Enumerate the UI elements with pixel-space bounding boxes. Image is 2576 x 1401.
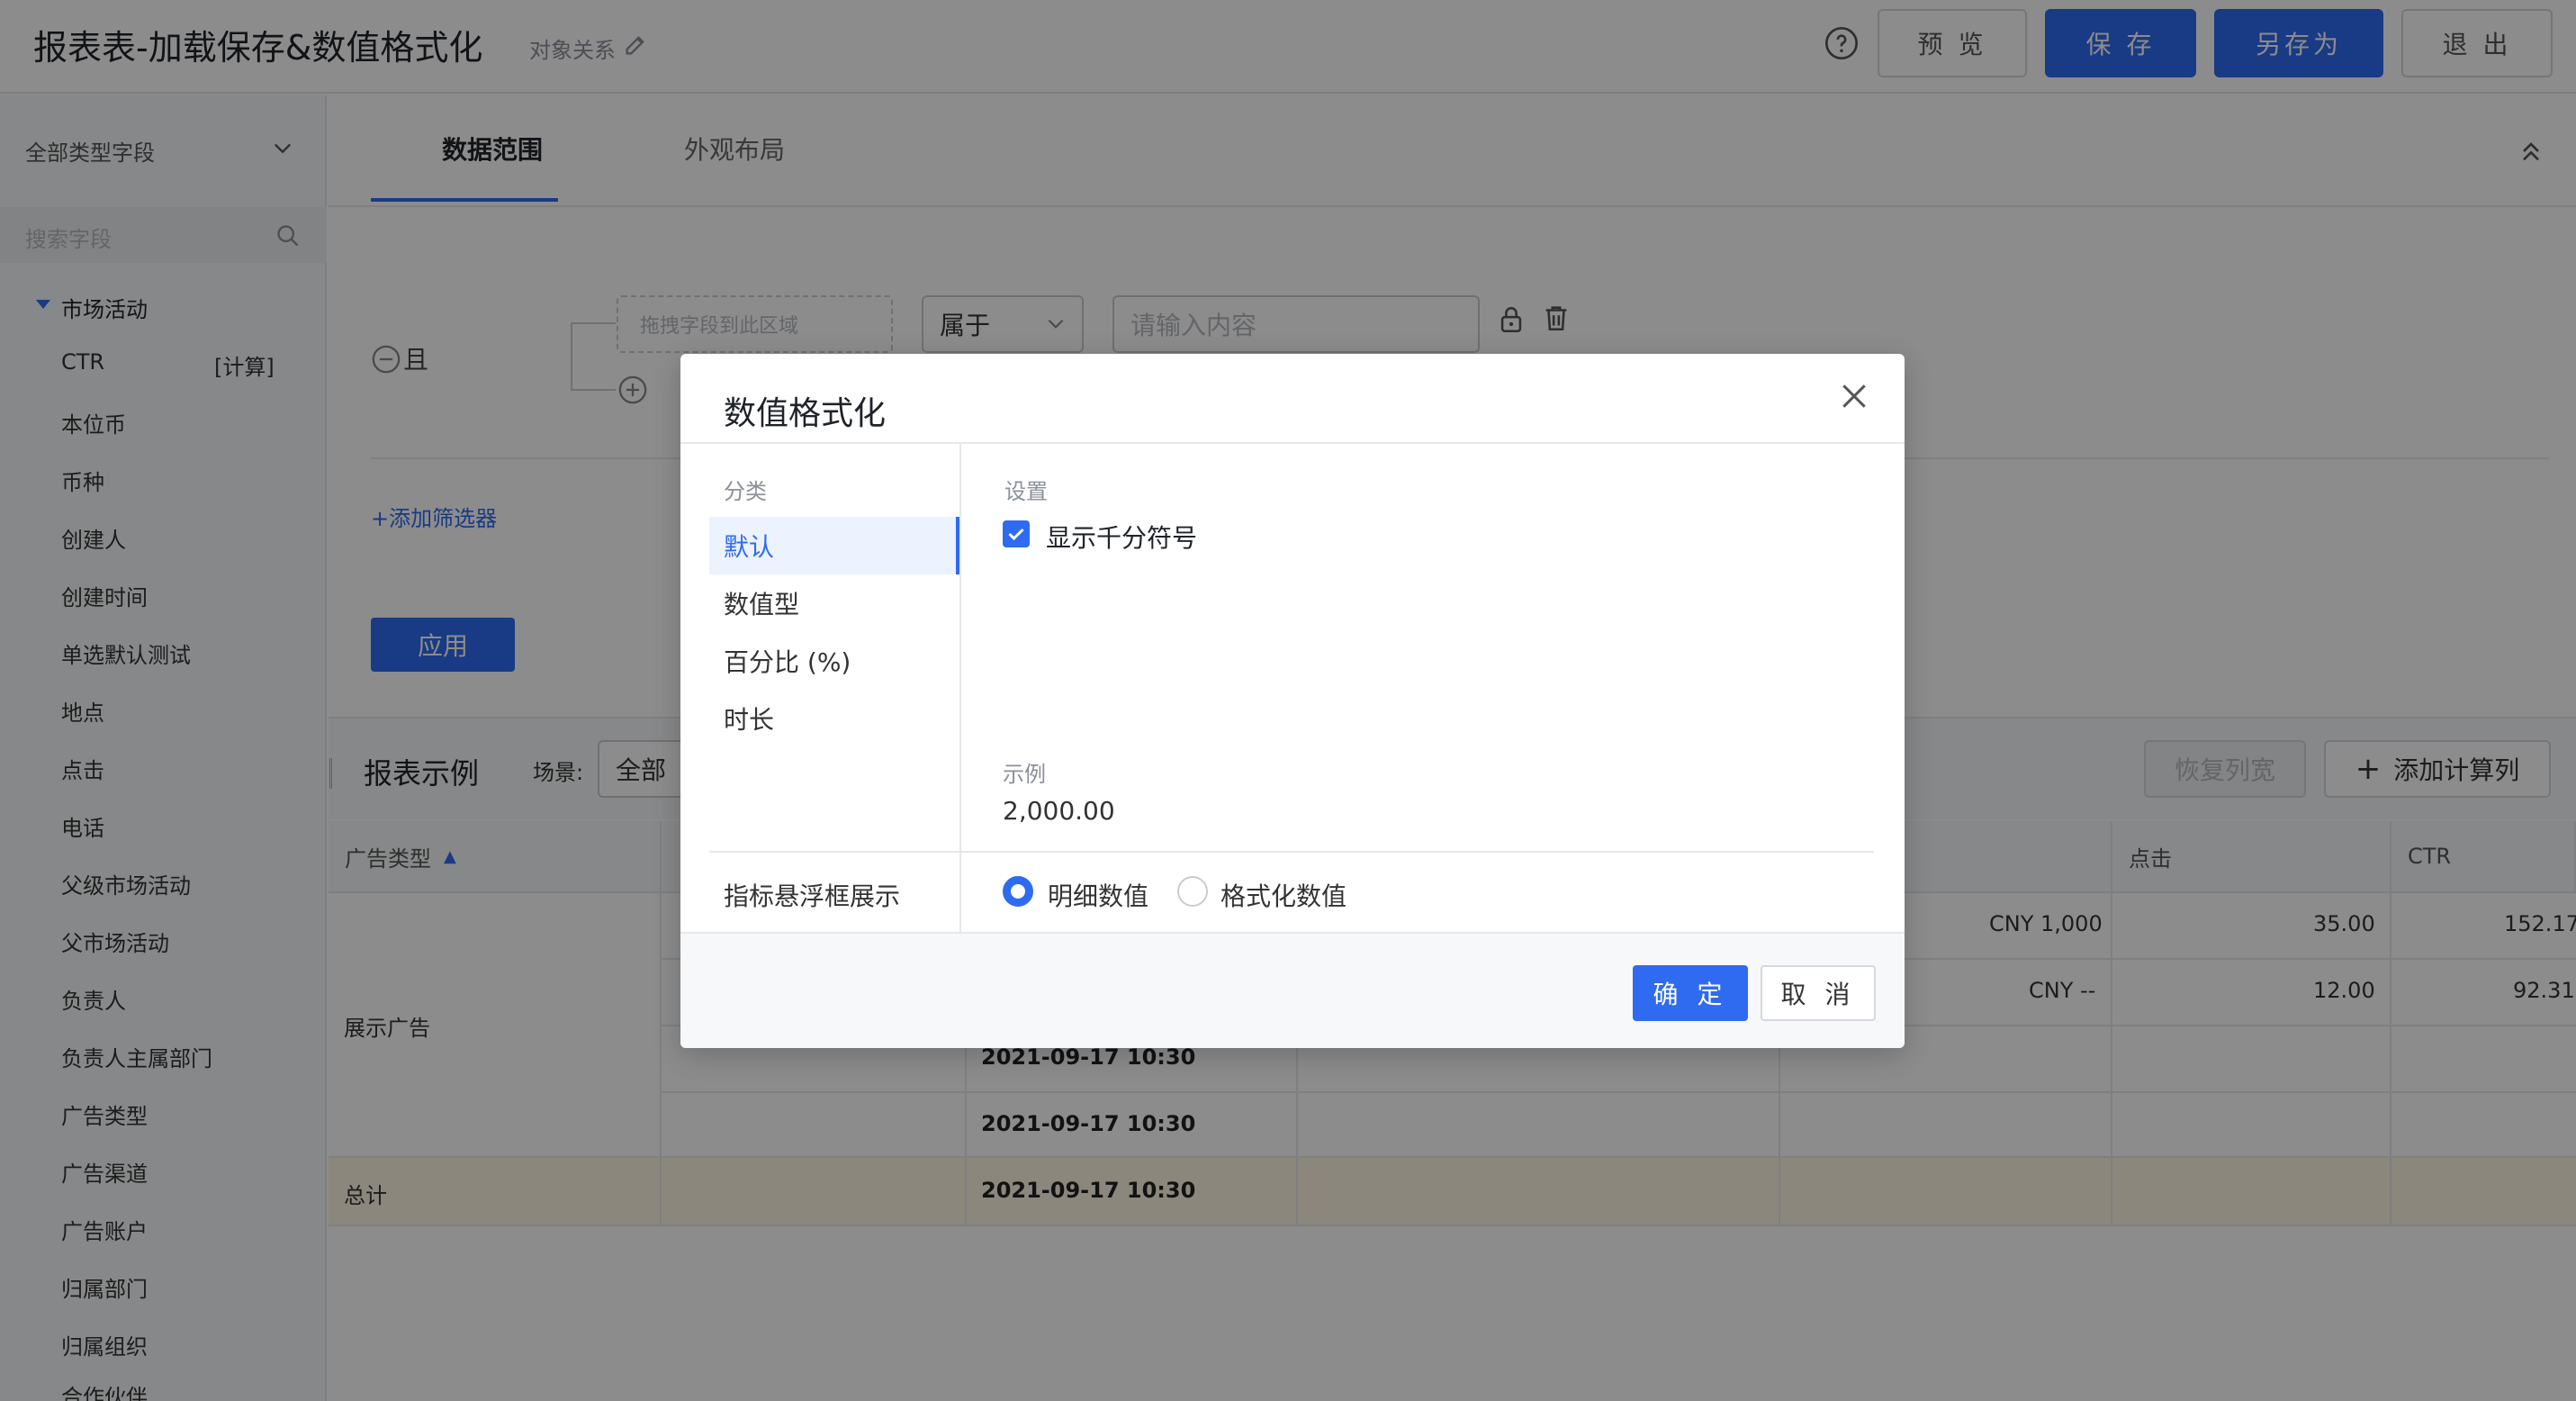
radio-detail-value-label[interactable]: 明细数值 — [1048, 877, 1148, 913]
divider — [680, 442, 1905, 444]
example-value: 2,000.00 — [1003, 796, 1115, 826]
category-item-duration[interactable]: 时长 — [724, 700, 774, 737]
category-label: 分类 — [724, 479, 767, 504]
category-item-default[interactable]: 默认 — [724, 528, 774, 564]
thousands-separator-checkbox[interactable] — [1003, 520, 1030, 547]
dialog-title: 数值格式化 — [724, 395, 887, 432]
category-item-percent[interactable]: 百分比 (%) — [724, 643, 851, 679]
divider — [709, 851, 1874, 853]
radio-formatted-value-label[interactable]: 格式化数值 — [1220, 877, 1347, 913]
category-item-number[interactable]: 数值型 — [724, 585, 799, 621]
cancel-button[interactable]: 取 消 — [1761, 965, 1876, 1021]
settings-label: 设置 — [1004, 479, 1048, 504]
confirm-button[interactable]: 确 定 — [1633, 965, 1748, 1021]
radio-formatted-value[interactable] — [1177, 876, 1208, 907]
thousands-separator-label[interactable]: 显示千分符号 — [1046, 519, 1197, 555]
radio-detail-value[interactable] — [1003, 876, 1033, 907]
example-label: 示例 — [1003, 762, 1046, 787]
check-icon — [1008, 528, 1024, 541]
hover-display-label: 指标悬浮框展示 — [724, 881, 901, 911]
divider — [959, 444, 961, 934]
close-icon[interactable] — [1836, 378, 1872, 414]
